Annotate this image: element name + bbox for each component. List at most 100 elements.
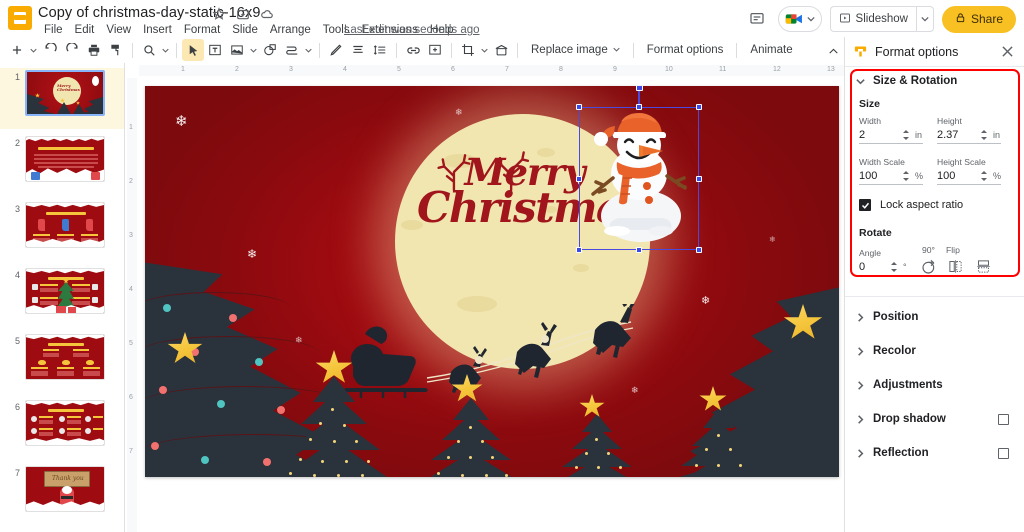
insert-link-button[interactable] (402, 39, 424, 61)
slide-thumbnail[interactable]: Thank you (25, 466, 105, 512)
slide-thumbnail[interactable] (25, 202, 105, 248)
slide-thumbnail[interactable] (25, 400, 105, 446)
undo-button[interactable] (39, 39, 61, 61)
height-value: 2.37 (937, 129, 959, 141)
filmstrip-slide-6[interactable]: 6 (0, 398, 124, 459)
slide-thumbnail[interactable] (25, 136, 105, 182)
redo-button[interactable] (61, 39, 83, 61)
resize-handle-se[interactable] (696, 247, 702, 253)
collapse-toolbar-button[interactable] (822, 40, 844, 62)
mask-shape-button[interactable] (490, 39, 512, 61)
select-tool-button[interactable] (182, 39, 204, 61)
print-button[interactable] (83, 39, 105, 61)
conifer-tree (415, 398, 527, 477)
shape-button[interactable] (259, 39, 281, 61)
insert-image-caret-icon[interactable] (248, 39, 259, 61)
angle-input[interactable]: 0 ° (859, 259, 911, 276)
menu-insert[interactable]: Insert (137, 22, 178, 38)
resize-handle-e[interactable] (696, 175, 702, 182)
height-stepper[interactable] (981, 129, 988, 141)
resize-handle-w[interactable] (576, 175, 582, 182)
format-options-button[interactable]: Format options (639, 39, 732, 61)
recolor-header[interactable]: Recolor (845, 337, 1024, 365)
resize-handle-sw[interactable] (576, 247, 582, 253)
slide-filmstrip[interactable]: 1 Merry Christmas 2 3 4 5 6 7 Thank you (0, 63, 125, 532)
angle-value: 0 (859, 261, 866, 273)
slide-thumbnail[interactable] (25, 268, 105, 314)
comment-history-button[interactable] (744, 6, 770, 32)
replace-image-button[interactable]: Replace image (523, 39, 628, 61)
slideshow-dropdown-caret[interactable] (915, 6, 934, 32)
filmstrip-slide-4[interactable]: 4 (0, 266, 124, 327)
align-button[interactable] (347, 39, 369, 61)
share-button[interactable]: Share (941, 5, 1016, 33)
resize-handle-ne[interactable] (696, 104, 702, 110)
slide-number: 7 (14, 468, 20, 478)
adjustments-header[interactable]: Adjustments (845, 371, 1024, 399)
last-edit-status[interactable]: Last edit was seconds ago (344, 24, 480, 36)
width-input[interactable]: 2 in (859, 127, 923, 144)
flip-horizontal-icon[interactable] (946, 257, 965, 276)
new-slide-button[interactable] (6, 39, 28, 61)
vertical-ruler[interactable]: 1 2 3 4 5 6 7 (125, 78, 139, 532)
width-stepper[interactable] (903, 129, 910, 141)
animate-button[interactable]: Animate (742, 39, 800, 61)
filmstrip-slide-7[interactable]: 7 Thank you (0, 464, 124, 525)
height-input[interactable]: 2.37 in (937, 127, 1001, 144)
line-spacing-button[interactable] (369, 39, 391, 61)
width-scale-stepper[interactable] (903, 170, 910, 182)
line-caret-icon[interactable] (303, 39, 314, 61)
filmstrip-slide-3[interactable]: 3 (0, 200, 124, 261)
menu-slide[interactable]: Slide (226, 22, 264, 38)
reflection-checkbox[interactable] (998, 447, 1009, 459)
angle-stepper[interactable] (891, 261, 898, 273)
size-rotation-header[interactable]: Size & Rotation (845, 67, 1024, 95)
move-to-folder-icon[interactable] (236, 7, 250, 21)
zoom-button[interactable] (138, 39, 160, 61)
filmstrip-slide-2[interactable]: 2 (0, 134, 124, 195)
height-scale-input[interactable]: 100 % (937, 168, 1001, 185)
slideshow-button[interactable]: Slideshow (829, 6, 916, 32)
reflection-header[interactable]: Reflection (845, 439, 1024, 467)
drop-shadow-header[interactable]: Drop shadow (845, 405, 1024, 433)
join-meet-button[interactable] (777, 6, 822, 32)
add-comment-button[interactable] (424, 39, 446, 61)
menu-edit[interactable]: Edit (69, 22, 101, 38)
zoom-caret-icon[interactable] (160, 39, 171, 61)
resize-handle-s[interactable] (636, 247, 642, 253)
menu-file[interactable]: File (38, 22, 69, 38)
position-header[interactable]: Position (845, 303, 1024, 331)
horizontal-ruler[interactable]: 1 2 3 4 5 6 7 8 9 10 11 12 13 (125, 63, 844, 78)
height-scale-stepper[interactable] (981, 170, 988, 182)
flip-vertical-icon[interactable] (974, 257, 993, 276)
rotation-handle[interactable] (635, 86, 643, 91)
menu-format[interactable]: Format (178, 22, 226, 38)
resize-handle-n[interactable] (636, 104, 642, 110)
lock-aspect-ratio-row[interactable]: Lock aspect ratio (859, 199, 1012, 211)
line-button[interactable] (281, 39, 303, 61)
paint-format-button[interactable] (105, 39, 127, 61)
selection-box[interactable] (576, 86, 702, 253)
text-box-button[interactable] (204, 39, 226, 61)
crop-caret-icon[interactable] (479, 39, 490, 61)
lock-aspect-ratio-checkbox[interactable] (859, 199, 871, 211)
menu-arrange[interactable]: Arrange (264, 22, 317, 38)
slide-thumbnail[interactable]: Merry Christmas (25, 70, 105, 116)
cloud-status-icon[interactable] (260, 7, 274, 21)
rotate-90-icon[interactable] (919, 257, 938, 276)
section-position: Position (845, 303, 1024, 331)
filmstrip-slide-1[interactable]: 1 Merry Christmas (0, 68, 124, 129)
crop-button[interactable] (457, 39, 479, 61)
menu-view[interactable]: View (100, 22, 137, 38)
close-icon[interactable] (998, 43, 1016, 61)
filmstrip-slide-5[interactable]: 5 (0, 332, 124, 393)
slide-thumbnail[interactable] (25, 334, 105, 380)
insert-image-button[interactable] (226, 39, 248, 61)
pen-button[interactable] (325, 39, 347, 61)
resize-handle-nw[interactable] (576, 104, 582, 110)
drop-shadow-checkbox[interactable] (998, 413, 1009, 425)
width-scale-input[interactable]: 100 % (859, 168, 923, 185)
star-icon[interactable] (212, 7, 226, 21)
new-slide-caret-icon[interactable] (28, 39, 39, 61)
slide-canvas[interactable]: Merry Christmas ❄ ❄ ❄ ❄ ❄ ❄ ❄ (145, 86, 839, 477)
